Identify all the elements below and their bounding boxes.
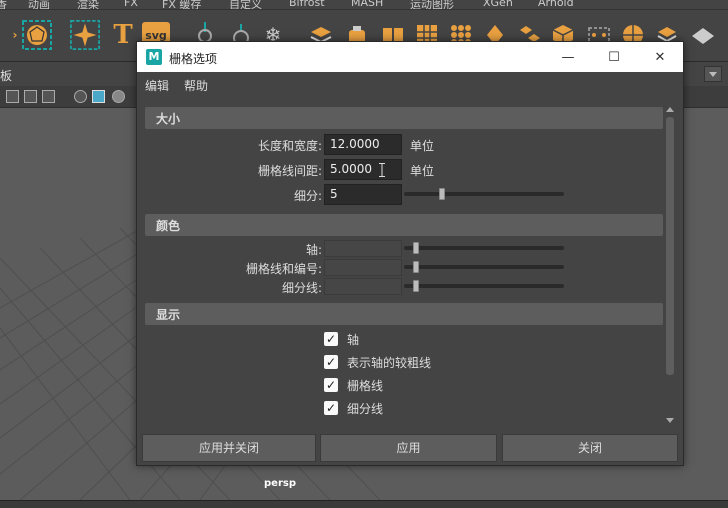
subdivisions-slider-thumb[interactable] xyxy=(439,188,445,200)
checkbox-label: 轴 xyxy=(347,333,360,347)
shelf-tab[interactable]: 动画 xyxy=(28,0,50,9)
apply-button[interactable]: 应用 xyxy=(320,434,497,462)
close-button[interactable]: 关闭 xyxy=(502,434,678,462)
lighting-icon[interactable] xyxy=(112,90,125,103)
subdivisions-slider[interactable] xyxy=(404,192,564,196)
apply-and-close-button[interactable]: 应用并关闭 xyxy=(142,434,316,462)
grid-spacing-label: 栅格线间距: xyxy=(257,164,322,178)
gridlines-color-label: 栅格线和编号: xyxy=(245,262,322,276)
gridlines-color-swatch[interactable] xyxy=(324,259,402,276)
shaded-cube-icon[interactable] xyxy=(92,90,105,103)
subdivision-lines-color-slider-thumb[interactable] xyxy=(413,280,419,292)
axes-color-label: 轴: xyxy=(305,243,322,257)
gridlines-checkbox[interactable]: ✓ xyxy=(324,378,338,392)
shelf-tab[interactable]: Bifrost xyxy=(289,0,325,9)
text-display-icon[interactable] xyxy=(42,90,55,103)
subdivision-lines-color-slider[interactable] xyxy=(404,284,564,288)
grid-toggle-icon[interactable] xyxy=(6,90,19,103)
checkbox-label: 栅格线 xyxy=(347,379,384,393)
dialog-titlebar[interactable]: M 栅格选项 — ☐ ✕ xyxy=(137,42,683,72)
section-header-color[interactable]: 颜色 xyxy=(145,214,663,236)
polyhedron-icon[interactable] xyxy=(22,18,52,52)
options-content: 大小 长度和宽度: 12.0000 单位 栅格线间距: 5.0000 单位 细分… xyxy=(143,105,677,425)
section-title: 显示 xyxy=(156,308,181,322)
grid-spacing-unit: 单位 xyxy=(410,164,435,178)
shelf-tab[interactable]: XGen xyxy=(483,0,513,9)
length-width-unit: 单位 xyxy=(410,139,435,153)
shelf-tab[interactable]: 运动图形 xyxy=(410,0,454,9)
axes-color-slider-thumb[interactable] xyxy=(413,242,419,254)
gridlines-color-slider[interactable] xyxy=(404,265,564,269)
subdivisions-field[interactable]: 5 xyxy=(324,184,402,205)
dialog-menubar: 编辑 帮助 xyxy=(137,72,683,96)
text-cursor-icon xyxy=(379,163,385,177)
length-width-label: 长度和宽度: xyxy=(257,139,322,153)
scrollbar-thumb[interactable] xyxy=(666,117,674,375)
section-title: 大小 xyxy=(156,112,181,126)
maya-shelf-tabs: 香 动画 渲染 FX FX 缓存 自定义 Bifrost MASH 运动图形 X… xyxy=(0,0,728,10)
axes-color-slider[interactable] xyxy=(404,246,564,250)
subdivision-lines-color-swatch[interactable] xyxy=(324,278,402,295)
menu-edit[interactable]: 编辑 xyxy=(145,77,169,94)
grid-options-dialog: M 栅格选项 — ☐ ✕ 编辑 帮助 大小 长度和宽度: 12.0000 单位 … xyxy=(136,41,684,466)
scroll-down-icon[interactable] xyxy=(666,418,674,423)
axes-color-swatch[interactable] xyxy=(324,240,402,257)
shelf-tab[interactable]: FX xyxy=(124,0,138,9)
star-shape-icon[interactable] xyxy=(70,18,100,52)
thick-axes-checkbox[interactable]: ✓ xyxy=(324,355,338,369)
checkbox-label: 表示轴的较粗线 xyxy=(347,356,432,370)
chevron-down-icon xyxy=(709,72,717,77)
panel-label: 板 xyxy=(0,69,13,83)
text-tool-icon[interactable]: T xyxy=(108,18,138,52)
section-title: 颜色 xyxy=(156,219,181,233)
shelf-tab[interactable]: FX 缓存 xyxy=(162,0,201,9)
gridlines-color-slider-thumb[interactable] xyxy=(413,261,419,273)
sphere-icon[interactable] xyxy=(688,18,718,52)
minimize-button[interactable]: — xyxy=(545,42,591,72)
close-window-button[interactable]: ✕ xyxy=(637,42,683,72)
section-header-size[interactable]: 大小 xyxy=(145,107,663,129)
maya-app-icon: M xyxy=(146,49,162,65)
grid-spacing-field[interactable]: 5.0000 xyxy=(324,159,402,180)
viewport-camera-label: persp xyxy=(264,478,296,489)
options-scrollbar[interactable] xyxy=(663,105,677,425)
shelf-tab[interactable]: 香 xyxy=(0,0,7,9)
menu-help[interactable]: 帮助 xyxy=(184,77,208,94)
shelf-tab[interactable]: 自定义 xyxy=(229,0,262,9)
image-plane-icon[interactable] xyxy=(24,90,37,103)
shelf-tab[interactable]: Arnold xyxy=(538,0,574,9)
maximize-button[interactable]: ☐ xyxy=(591,42,637,72)
status-bar xyxy=(0,500,728,508)
axes-checkbox[interactable]: ✓ xyxy=(324,332,338,346)
subdivisions-label: 细分: xyxy=(293,189,322,203)
checkbox-label: 细分线 xyxy=(347,402,384,416)
subdivision-lines-color-label: 细分线: xyxy=(281,281,322,295)
scroll-up-icon[interactable] xyxy=(666,107,674,112)
length-width-field[interactable]: 12.0000 xyxy=(324,134,402,155)
wireframe-sphere-icon[interactable] xyxy=(74,90,87,103)
shelf-tab[interactable]: MASH xyxy=(351,0,383,9)
subdivision-lines-checkbox[interactable]: ✓ xyxy=(324,401,338,415)
dialog-title: 栅格选项 xyxy=(169,52,218,66)
shelf-tab[interactable]: 渲染 xyxy=(77,0,99,9)
section-header-display[interactable]: 显示 xyxy=(145,303,663,325)
panel-dropdown-button[interactable] xyxy=(704,66,722,82)
